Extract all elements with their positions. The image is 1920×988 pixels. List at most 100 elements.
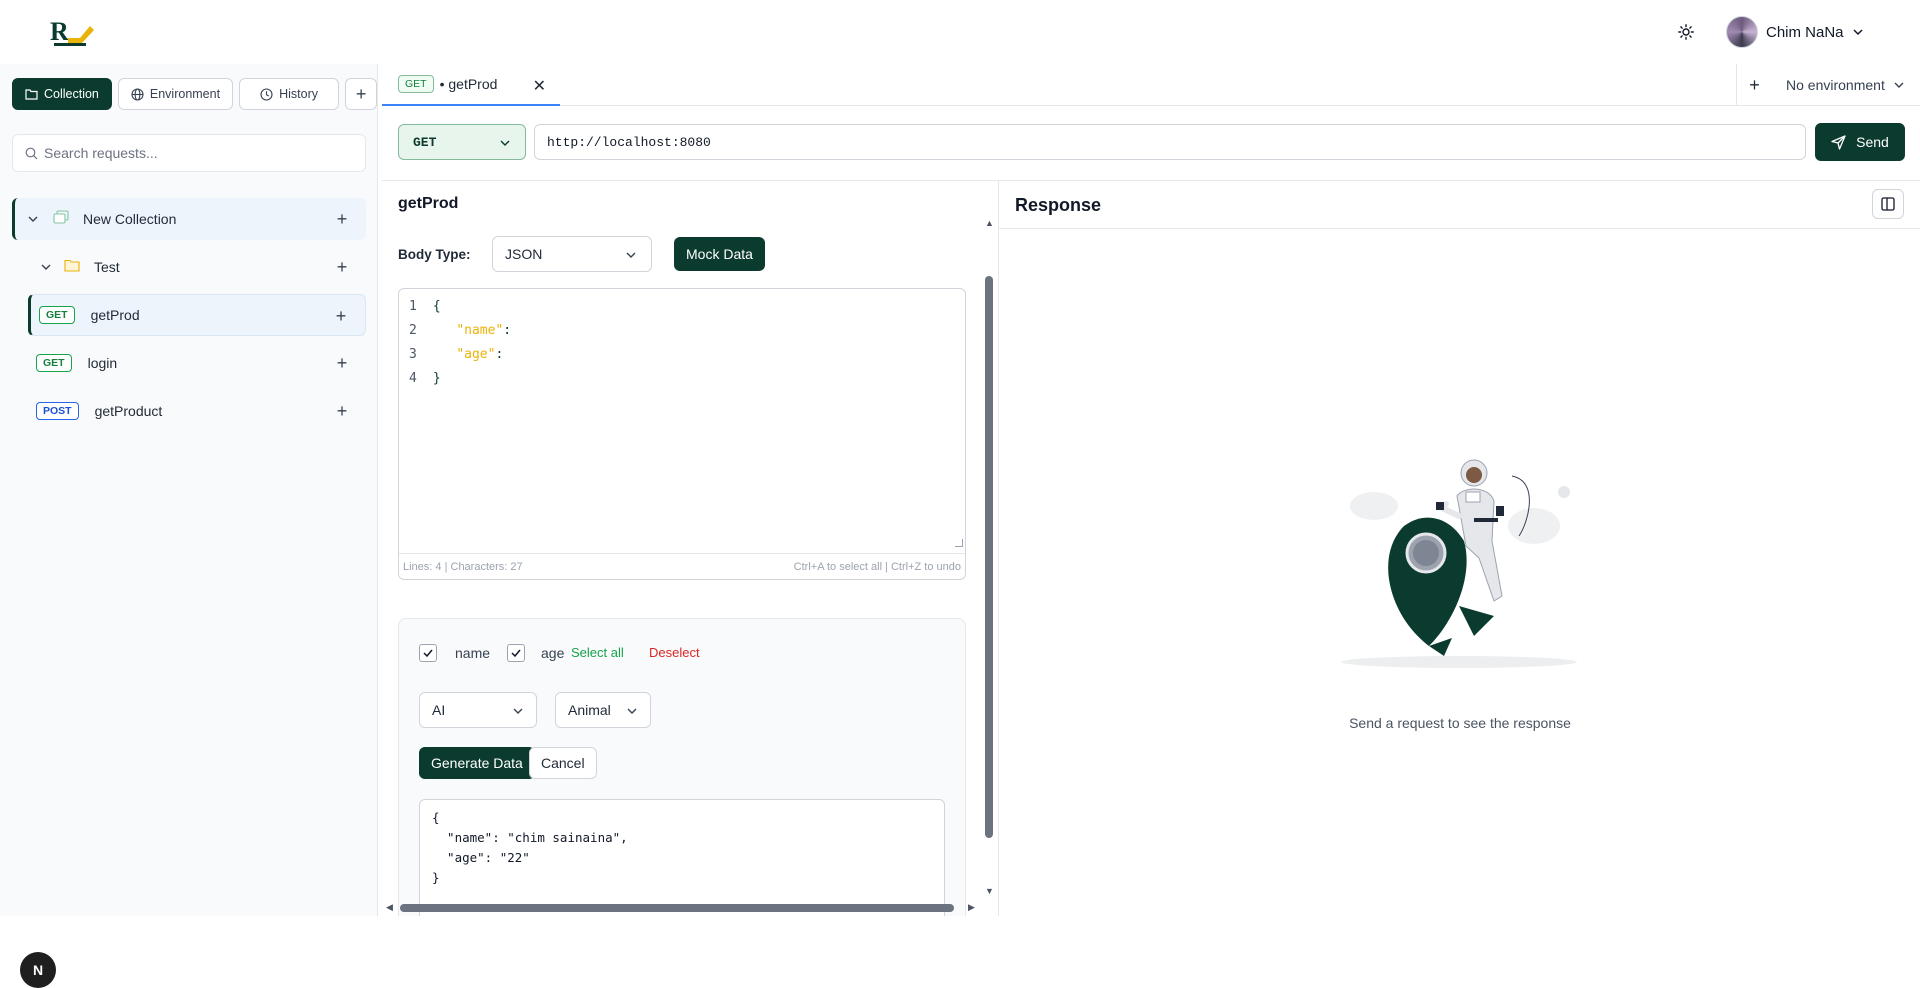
bottom-strip xyxy=(0,916,1920,945)
clock-icon xyxy=(260,87,273,101)
app-logo[interactable]: R xyxy=(50,16,96,48)
logo-letter: R xyxy=(50,17,69,46)
plus-icon: + xyxy=(1749,74,1760,95)
cancel-button[interactable]: Cancel xyxy=(529,747,597,779)
select-all-link[interactable]: Select all xyxy=(571,645,624,660)
theme-toggle-button[interactable] xyxy=(1672,20,1700,44)
request-item-login[interactable]: GET login + xyxy=(28,342,366,384)
url-input[interactable] xyxy=(534,124,1806,160)
chevron-down-icon[interactable] xyxy=(38,259,54,275)
add-button[interactable]: + xyxy=(332,401,352,421)
response-panel: Response Send a request to see the respo… xyxy=(998,180,1920,916)
editor-stats: Lines: 4 | Characters: 27 xyxy=(403,560,523,573)
scroll-left-arrow-icon[interactable]: ◀ xyxy=(386,902,393,913)
environment-value: No environment xyxy=(1786,77,1885,93)
add-request-button[interactable]: + xyxy=(332,209,352,229)
globe-icon xyxy=(131,87,144,101)
field-label-age: age xyxy=(541,645,565,661)
new-tab-button[interactable]: + xyxy=(1736,64,1772,106)
search-input[interactable] xyxy=(44,145,344,161)
close-icon[interactable]: ✕ xyxy=(533,76,546,96)
mock-data-button[interactable]: Mock Data xyxy=(674,237,765,271)
code-line: 3 "age": xyxy=(409,347,504,362)
request-panel: getProd Body Type: JSON Mock Data 1 { 2 … xyxy=(382,180,998,916)
folder-icon xyxy=(25,89,38,100)
collection-label: New Collection xyxy=(83,211,177,227)
request-item-getproduct[interactable]: POST getProduct + xyxy=(28,390,366,432)
astronaut-rocket-illustration xyxy=(1341,459,1577,668)
chevron-down-icon xyxy=(624,703,640,719)
environment-select[interactable]: No environment xyxy=(1776,64,1920,106)
vertical-scrollbar[interactable]: ▲ ▼ xyxy=(984,218,994,900)
folder-label: Test xyxy=(94,259,120,275)
add-button[interactable]: + xyxy=(331,306,351,326)
body-type-value: JSON xyxy=(505,246,543,262)
method-badge: GET xyxy=(36,354,72,372)
method-select[interactable]: GET xyxy=(398,124,526,160)
code-lines: 1 { 2 "name": 3 "age": 4 } xyxy=(409,295,511,391)
folder-row[interactable]: Test + xyxy=(12,246,366,288)
source-select[interactable]: AI xyxy=(419,692,537,728)
generate-data-button[interactable]: Generate Data xyxy=(419,747,535,779)
avatar xyxy=(1726,16,1758,48)
collection-icon xyxy=(53,209,69,229)
dev-tools-badge[interactable]: N xyxy=(20,952,56,988)
tab-collection[interactable]: Collection xyxy=(12,78,112,110)
field-label-name: name xyxy=(455,645,491,661)
add-collection-button[interactable]: + xyxy=(345,78,378,110)
send-icon xyxy=(1831,134,1846,150)
tab-history-label: History xyxy=(279,87,319,101)
category-select[interactable]: Animal xyxy=(555,692,651,728)
chevron-down-icon[interactable] xyxy=(25,211,41,227)
user-name: Chim NaNa xyxy=(1766,23,1844,41)
add-button[interactable]: + xyxy=(332,353,352,373)
sun-icon xyxy=(1678,24,1694,40)
tab-history[interactable]: History xyxy=(239,78,340,110)
resize-handle[interactable] xyxy=(955,539,963,547)
tab-method-badge: GET xyxy=(398,75,434,93)
body-editor[interactable]: 1 { 2 "name": 3 "age": 4 } Lines: 4 | Ch… xyxy=(398,288,966,580)
check-icon xyxy=(511,649,521,658)
user-menu[interactable]: Chim NaNa xyxy=(1726,14,1864,50)
sidebar-tabs: Collection Environment History + xyxy=(12,78,378,110)
body-type-label: Body Type: xyxy=(398,247,471,262)
scroll-down-arrow-icon[interactable]: ▼ xyxy=(985,886,994,896)
top-header: R Chim NaNa xyxy=(0,0,1920,64)
source-value: AI xyxy=(432,702,446,718)
collection-row[interactable]: New Collection + xyxy=(12,198,366,240)
horizontal-scrollbar[interactable]: ◀ ▶ xyxy=(382,900,982,916)
editor-footer: Lines: 4 | Characters: 27 Ctrl+A to sele… xyxy=(399,553,965,579)
request-label: getProduct xyxy=(94,403,163,419)
response-empty-message: Send a request to see the response xyxy=(1349,715,1571,731)
layout-toggle-button[interactable] xyxy=(1872,189,1904,219)
add-request-button[interactable]: + xyxy=(332,257,352,277)
folder-icon xyxy=(64,258,80,277)
search-box[interactable] xyxy=(12,134,366,172)
scrollbar-thumb[interactable] xyxy=(985,276,993,838)
editor-hint: Ctrl+A to select all | Ctrl+Z to undo xyxy=(793,560,961,573)
tab-label: • getProd xyxy=(439,76,498,92)
scrollbar-thumb[interactable] xyxy=(400,904,954,912)
chevron-down-icon xyxy=(510,703,526,719)
code-line: 4 } xyxy=(409,371,441,386)
tab-environment[interactable]: Environment xyxy=(117,78,234,110)
chevron-down-icon xyxy=(623,247,639,263)
scroll-right-arrow-icon[interactable]: ▶ xyxy=(968,902,975,913)
deselect-link[interactable]: Deselect xyxy=(649,645,700,660)
send-button[interactable]: Send xyxy=(1815,123,1905,161)
mock-output[interactable]: { "name": "chim sainaina", "age": "22" } xyxy=(419,799,945,916)
tab-environment-label: Environment xyxy=(149,87,221,101)
request-tab-bar: GET • getProd ✕ + No environment xyxy=(382,64,1920,106)
request-item-getprod[interactable]: GET getProd + xyxy=(28,294,366,336)
body-type-select[interactable]: JSON xyxy=(492,236,652,272)
chevron-down-icon xyxy=(1853,29,1863,36)
mock-data-panel: name age Select all Deselect AI Animal G… xyxy=(398,618,966,916)
code-line: 1 { xyxy=(409,299,441,314)
scroll-up-arrow-icon[interactable]: ▲ xyxy=(985,218,994,228)
method-value: GET xyxy=(413,134,437,150)
field-checkbox-name[interactable] xyxy=(419,644,437,662)
request-title: getProd xyxy=(398,195,459,212)
field-checkbox-age[interactable] xyxy=(507,644,525,662)
tab-getprod[interactable]: GET • getProd ✕ xyxy=(382,64,560,106)
tab-collection-label: Collection xyxy=(44,87,99,101)
